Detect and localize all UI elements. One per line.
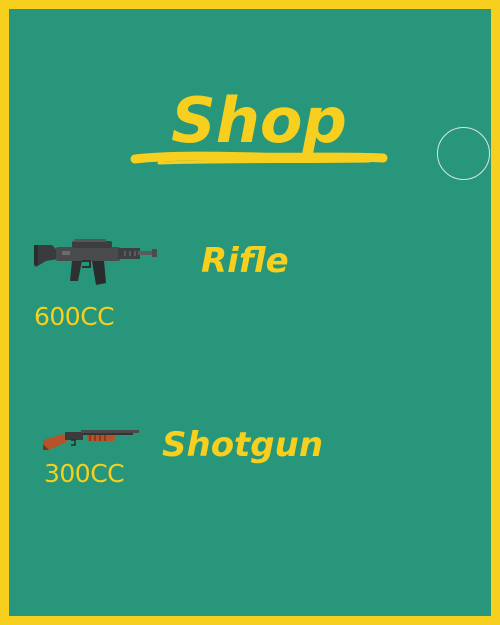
rifle-icon[interactable] [32,237,162,297]
item-price-rifle: 600CC [34,302,115,331]
close-circle-button[interactable] [437,127,490,180]
item-price-shotgun: 300CC [44,459,125,488]
title-underline [130,151,388,165]
item-name-shotgun: Shotgun [162,425,324,465]
shotgun-icon[interactable] [41,422,141,454]
item-name-rifle: Rifle [201,241,289,281]
shop-panel: Shop Rifle 600CC Shotgun 300CC [0,0,500,625]
